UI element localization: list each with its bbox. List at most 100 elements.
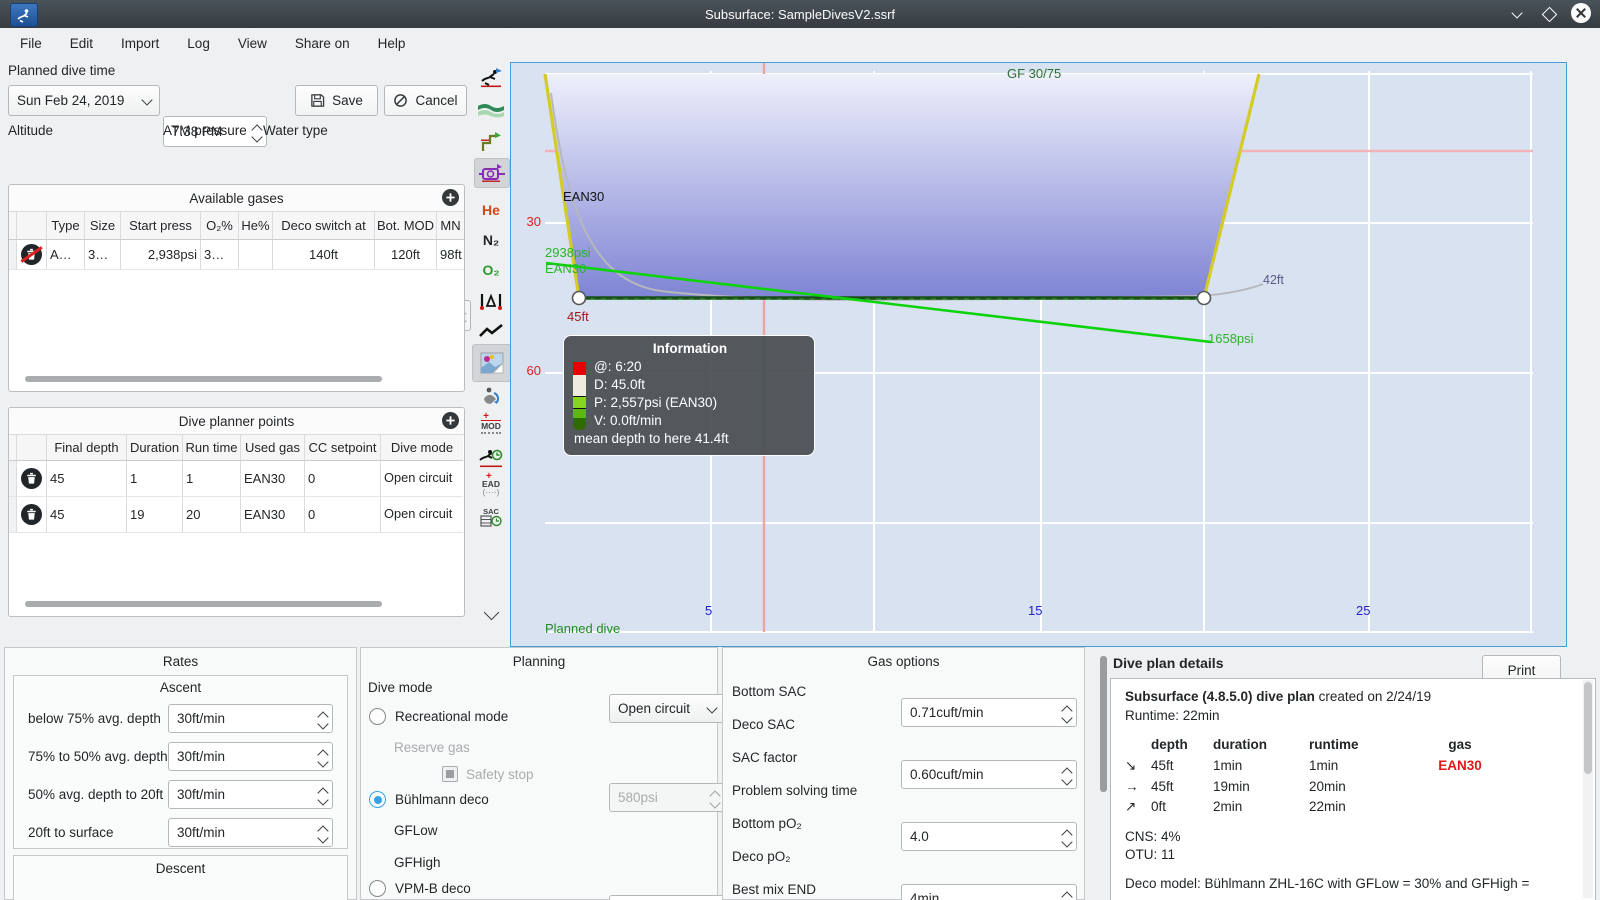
menu-file[interactable]: File — [6, 31, 56, 56]
col-start-press[interactable]: Start press — [121, 212, 201, 240]
delete-point-icon[interactable] — [21, 468, 42, 489]
vpmb-deco-radio[interactable]: VPM-B deco — [369, 880, 471, 897]
toolbar-heartrate-button[interactable] — [476, 317, 506, 345]
deco-sac-spinbox[interactable]: 0.60cuft/min — [901, 760, 1077, 789]
col-deco-switch[interactable]: Deco switch at — [273, 212, 375, 240]
diver-icon — [481, 68, 502, 88]
col-size[interactable]: Size — [85, 212, 121, 240]
col-duration[interactable]: Duration — [127, 435, 183, 461]
col-used-gas[interactable]: Used gas — [241, 435, 305, 461]
o2-icon: O₂ — [482, 262, 500, 278]
minimize-button[interactable] — [1506, 4, 1528, 24]
ruler-icon — [480, 293, 502, 310]
close-button[interactable] — [1570, 3, 1592, 23]
checkbox-icon — [442, 766, 458, 782]
dive-profile-chart[interactable]: GF 30/75 EAN30 2938psi EAN30 45ft 42ft 1… — [510, 62, 1567, 647]
col-type[interactable]: Type — [47, 212, 85, 240]
delete-point-icon[interactable] — [21, 504, 42, 525]
col-cc-setpoint[interactable]: CC setpoint — [305, 435, 381, 461]
information-tooltip: Information @: 6:20 D: 45.0ft P: 2,557ps… — [563, 335, 815, 457]
gas-row[interactable]: A… 3… 2,938psi 3… 140ft 120ft 98ft — [9, 240, 464, 270]
point-row[interactable]: 45 19 20 EAN30 0 Open circuit — [9, 497, 464, 533]
rate-spinbox[interactable]: 30ft/min — [168, 780, 333, 809]
tooltip-line-time: @: 6:20 — [594, 359, 642, 375]
gases-hscrollbar[interactable] — [25, 376, 382, 382]
toolbar-diver-button[interactable] — [476, 63, 506, 91]
rate-label: 20ft to surface — [28, 825, 114, 840]
depth-tick-30: 30 — [526, 214, 541, 229]
cancel-button[interactable]: Cancel — [384, 85, 467, 116]
toolbar-planner-button-selected[interactable] — [474, 158, 510, 188]
toolbar-scroll-down-button[interactable] — [476, 600, 506, 628]
dive-date-select[interactable]: Sun Feb 24, 2019 — [8, 85, 160, 116]
toolbar-ruler-button[interactable] — [476, 287, 506, 315]
buhlmann-deco-radio[interactable]: Bühlmann deco — [369, 791, 489, 808]
dive-plan-notes[interactable]: Subsurface (4.8.5.0) dive plan created o… — [1110, 678, 1596, 900]
planning-title: Planning — [512, 654, 566, 669]
diver-recycle-icon — [484, 387, 500, 404]
menu-help[interactable]: Help — [364, 31, 420, 56]
problem-time-spinbox[interactable]: 4min — [901, 884, 1077, 900]
col-o2[interactable]: O₂% — [201, 212, 239, 240]
bottom-vscrollbar[interactable] — [1100, 656, 1107, 792]
plan-otu: OTU: 11 — [1125, 847, 1176, 863]
plan-scroll-track[interactable] — [1583, 680, 1593, 898]
radio-checked-icon — [369, 791, 386, 808]
menu-log[interactable]: Log — [173, 31, 224, 56]
col-he[interactable]: He% — [239, 212, 273, 240]
bottom-po2-label: Bottom pO₂ — [732, 816, 802, 831]
col-dive-mode[interactable]: Dive mode — [381, 435, 463, 461]
save-button[interactable]: Save — [295, 85, 378, 116]
dive-mode-select[interactable]: Open circuit — [609, 694, 725, 723]
dive-planner-points-panel: Dive planner points Final depth Duration… — [8, 407, 465, 617]
maximize-button[interactable] — [1538, 4, 1560, 24]
add-gas-button[interactable] — [442, 189, 459, 206]
menu-share-on[interactable]: Share on — [281, 31, 364, 56]
toolbar-ead-button[interactable]: + EAD (····) — [476, 471, 506, 502]
plan-header-bold: Subsurface (4.8.5.0) dive plan — [1125, 689, 1315, 704]
col-final-depth[interactable]: Final depth — [47, 435, 127, 461]
point-row[interactable]: 45 1 1 EAN30 0 Open circuit — [9, 461, 464, 497]
tooltip-line-pressure: P: 2,557psi (EAN30) — [594, 395, 718, 411]
menu-view[interactable]: View — [224, 31, 281, 56]
titlebar[interactable]: Subsurface: SampleDivesV2.ssrf — [0, 0, 1600, 28]
add-point-button[interactable] — [442, 412, 459, 429]
toolbar-mod-button[interactable]: + MOD — [476, 411, 506, 441]
toolbar-diver-cylinder-button[interactable] — [476, 382, 506, 410]
col-bot-mod[interactable]: Bot. MOD — [375, 212, 437, 240]
menu-edit[interactable]: Edit — [56, 31, 107, 56]
tooltip-line-depth: D: 45.0ft — [594, 377, 646, 393]
dir-ascend-icon: ↗ — [1125, 799, 1137, 815]
rate-spinbox[interactable]: 30ft/min — [168, 742, 333, 771]
menubar: File Edit Import Log View Share on Help — [0, 28, 1600, 58]
rate-spinbox[interactable]: 30ft/min — [168, 818, 333, 847]
toolbar-photos-button-selected[interactable] — [472, 344, 512, 382]
menu-import[interactable]: Import — [107, 31, 173, 56]
gflow-spinbox[interactable]: 30% — [609, 895, 725, 900]
toolbar-o2-button[interactable]: O₂ — [476, 256, 506, 284]
sac-factor-spinbox[interactable]: 4.0 — [901, 822, 1077, 851]
rate-label: below 75% avg. depth — [28, 711, 161, 726]
col-mnd[interactable]: MN — [437, 212, 464, 240]
col-run-time[interactable]: Run time — [183, 435, 241, 461]
subsurface-window: Subsurface: SampleDivesV2.ssrf File Edit… — [0, 0, 1600, 900]
profile-handle-end[interactable] — [1196, 290, 1212, 306]
dir-level-icon: → — [1125, 778, 1139, 794]
bottom-sac-spinbox[interactable]: 0.71cuft/min — [901, 698, 1077, 727]
points-hscrollbar[interactable] — [25, 601, 382, 607]
profile-handle-start[interactable] — [571, 290, 587, 306]
time-tick-25: 25 — [1356, 603, 1371, 618]
toolbar-waves-button[interactable] — [476, 96, 506, 124]
rate-spinbox[interactable]: 30ft/min — [168, 704, 333, 733]
dive-mode-label: Dive mode — [368, 680, 433, 695]
delete-gas-icon[interactable] — [20, 244, 43, 265]
recreational-mode-radio[interactable]: Recreational mode — [369, 708, 508, 725]
toolbar-diver-time-button[interactable] — [476, 444, 506, 472]
toolbar-profile-route-button[interactable] — [476, 128, 506, 156]
plan-scroll-handle[interactable] — [1584, 682, 1592, 774]
cancel-icon — [394, 94, 408, 107]
toolbar-he-button[interactable]: He — [476, 196, 506, 224]
toolbar-n2-button[interactable]: N₂ — [476, 226, 506, 254]
toolbar-sac-button[interactable]: SAC — [476, 505, 506, 533]
ascent-title: Ascent — [159, 680, 202, 695]
